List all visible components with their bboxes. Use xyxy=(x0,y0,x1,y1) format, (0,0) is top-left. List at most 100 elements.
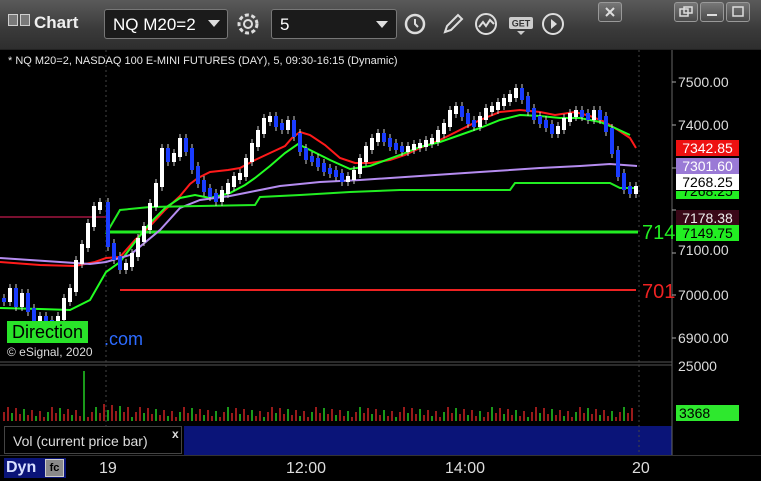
candle-body xyxy=(250,143,254,162)
close-icon[interactable]: x xyxy=(172,427,179,441)
candle-body xyxy=(26,293,30,312)
play-icon[interactable] xyxy=(538,9,568,39)
chevron-down-icon xyxy=(376,21,388,28)
maximize-icon[interactable] xyxy=(726,2,750,22)
candle-body xyxy=(286,120,290,130)
candle-body xyxy=(574,110,578,117)
candle-body xyxy=(448,110,452,127)
candle-body xyxy=(92,206,96,227)
window-icon xyxy=(20,14,30,26)
gear-icon[interactable] xyxy=(233,9,263,39)
candle-body xyxy=(586,113,590,120)
candle-body xyxy=(538,116,542,124)
candle-body xyxy=(604,116,608,132)
candle-body xyxy=(32,308,36,322)
candle-body xyxy=(196,166,200,184)
interval-combo[interactable]: 5 xyxy=(271,9,397,39)
minimize-icon[interactable] xyxy=(700,2,724,22)
candle-body xyxy=(430,138,434,144)
fc-icon[interactable]: fc xyxy=(45,459,64,477)
time-axis-label: 14:00 xyxy=(445,460,486,477)
candle-body xyxy=(334,170,338,177)
direction-badge: Direction xyxy=(7,321,89,343)
candle-body xyxy=(292,120,296,137)
price-axis-label: 6900.00 xyxy=(678,330,729,346)
time-axis-label: 20 xyxy=(632,460,650,477)
candle-body xyxy=(442,123,446,134)
copyright-label: © eSignal, 2020 xyxy=(7,345,93,359)
candle-body xyxy=(2,298,6,302)
candle-body xyxy=(14,288,18,307)
red-line-tag: 701 xyxy=(642,281,676,303)
price-tag-purple: 7301.60 xyxy=(676,158,739,174)
symbol-combo[interactable]: NQ M20=2 xyxy=(104,9,228,39)
symbol-value: NQ M20=2 xyxy=(113,15,196,34)
candle-body xyxy=(214,193,218,202)
candle-body xyxy=(124,263,128,270)
candle-body xyxy=(118,256,122,270)
candle-body xyxy=(388,138,392,147)
candle-body xyxy=(184,138,188,152)
candle-body xyxy=(310,156,314,162)
candle-body xyxy=(412,144,416,150)
candle-body xyxy=(80,244,84,264)
price-axis-label: 7500.00 xyxy=(678,74,729,90)
chart-info-label: * NQ M20=2, NASDAQ 100 E-MINI FUTURES (D… xyxy=(8,55,398,67)
price-tag-dark: 7178.38 xyxy=(676,210,739,226)
candle-body xyxy=(68,288,72,302)
candle-body xyxy=(394,143,398,150)
candle-body xyxy=(280,123,284,130)
candle-body xyxy=(106,202,110,247)
price-tag-red: 7342.85 xyxy=(676,140,739,156)
candle-body xyxy=(496,102,500,110)
toolbar: Chart NQ M20=2 5 GET xyxy=(0,0,761,50)
restore-icon[interactable] xyxy=(674,2,698,22)
candle-body xyxy=(244,158,248,177)
volume-bar-strip xyxy=(184,426,672,455)
candle-body xyxy=(418,143,422,148)
candle-body xyxy=(478,116,482,127)
candle-body xyxy=(382,133,386,142)
candle-body xyxy=(148,203,152,230)
candle-body xyxy=(502,98,506,106)
candle-body xyxy=(154,183,158,207)
candle-body xyxy=(514,88,518,98)
candle-body xyxy=(166,148,170,162)
indicator-icon[interactable] xyxy=(472,9,502,39)
candle-body xyxy=(136,238,140,257)
candle-body xyxy=(520,88,524,100)
clock-icon[interactable] xyxy=(400,9,430,39)
candle-body xyxy=(74,260,78,292)
partial-link[interactable]: .com xyxy=(104,329,143,350)
candle-body xyxy=(112,243,116,260)
price-chart[interactable] xyxy=(0,50,761,481)
candle-body xyxy=(628,186,632,194)
candle-body xyxy=(256,130,260,147)
candle-body xyxy=(454,106,458,114)
candle-body xyxy=(352,170,356,180)
candle-body xyxy=(346,176,350,182)
candle-body xyxy=(142,226,146,242)
pencil-icon[interactable] xyxy=(438,9,468,39)
get-icon[interactable]: GET xyxy=(506,9,536,39)
candle-body xyxy=(316,158,320,167)
price-axis-label: 7100.00 xyxy=(678,242,729,258)
close-icon[interactable] xyxy=(598,2,622,22)
candle-body xyxy=(568,113,572,122)
price-tag-green: 7149.75 xyxy=(676,225,739,241)
candle-body xyxy=(634,186,638,194)
green-line-tag: 714 xyxy=(642,222,676,244)
candle-body xyxy=(472,120,476,127)
candle-body xyxy=(592,110,596,120)
candle-body xyxy=(268,116,272,122)
candle-body xyxy=(400,146,404,152)
window-icon xyxy=(8,14,18,26)
volume-axis-label: 25000 xyxy=(678,358,717,374)
candle-body xyxy=(98,202,102,210)
candle-body xyxy=(220,190,224,202)
candle-body xyxy=(508,94,512,102)
candle-body xyxy=(376,133,380,142)
candle-body xyxy=(616,150,620,177)
candle-body xyxy=(424,140,428,147)
volume-title: Vol (current price bar) xyxy=(4,426,182,454)
